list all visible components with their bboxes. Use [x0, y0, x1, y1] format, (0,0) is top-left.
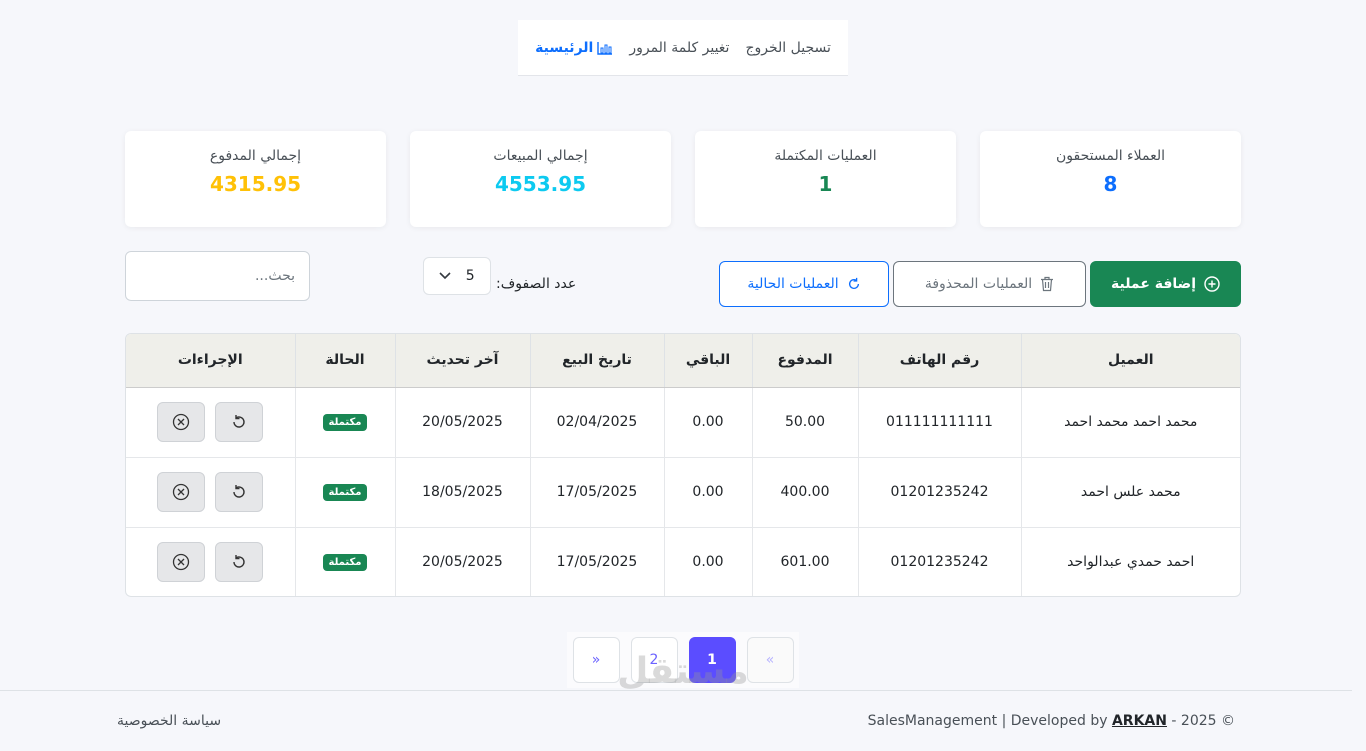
stat-value: 8: [1103, 172, 1118, 196]
refresh-icon: [233, 415, 245, 428]
nav-change-password-link[interactable]: تغيير كلمة المرور: [629, 40, 729, 56]
table-row: محمد علس احمد 01201235242 400.00 0.00 17…: [126, 457, 1240, 528]
cell-phone: 01201235242: [857, 527, 1021, 596]
chevron-down-icon: [439, 272, 451, 280]
stat-label: إجمالي المبيعات: [493, 148, 588, 164]
add-operation-button[interactable]: إضافة عملية: [1090, 261, 1241, 307]
status-badge: مكتملة: [322, 484, 368, 501]
copyright-text: SalesManagement | Developed by ARKAN - 2…: [868, 713, 1235, 729]
column-header-phone: رقم الهاتف: [857, 334, 1021, 388]
table-row: محمد احمد محمد احمد 011111111111 50.00 0…: [126, 387, 1240, 458]
prev-page-button[interactable]: «: [746, 637, 794, 683]
restore-button[interactable]: [215, 542, 264, 582]
privacy-policy-link[interactable]: سياسة الخصوصية: [117, 713, 221, 729]
cell-actions: [126, 387, 295, 458]
cell-updated: 20/05/2025: [394, 387, 530, 458]
refresh-icon: [848, 277, 859, 290]
cell-sale-date: 02/04/2025: [529, 387, 664, 458]
add-operation-label: إضافة عملية: [1111, 276, 1196, 292]
plus-circle-icon: [1204, 276, 1220, 292]
column-header-actions: الإجراءات: [126, 334, 295, 388]
restore-button[interactable]: [215, 402, 264, 442]
cancel-button[interactable]: [157, 542, 206, 582]
search-input[interactable]: [125, 251, 310, 301]
stat-label: إجمالي المدفوع: [209, 148, 302, 164]
column-header-remaining: الباقي: [663, 334, 752, 388]
cell-updated: 20/05/2025: [394, 527, 530, 596]
cell-phone: 01201235242: [857, 457, 1021, 528]
column-header-status: الحالة: [294, 334, 395, 388]
stat-value: 1: [818, 172, 833, 196]
status-badge: مكتملة: [322, 414, 368, 431]
rows-per-page-value: 5: [465, 268, 475, 284]
rows-per-page-select[interactable]: 5: [423, 257, 491, 295]
column-header-sale-date: تاريخ البيع: [529, 334, 664, 388]
nav-home-label: الرئيسية: [535, 39, 594, 56]
stat-card-due-clients: العملاء المستحقون 8: [980, 131, 1241, 227]
copyright-suffix: - 2025 ©: [1166, 713, 1235, 729]
cell-remaining: 0.00: [663, 387, 752, 458]
cell-status: مكتملة: [294, 527, 395, 596]
cell-client: محمد احمد محمد احمد: [1020, 387, 1240, 458]
cell-paid: 400.00: [751, 457, 858, 528]
cell-paid: 601.00: [751, 527, 858, 596]
deleted-operations-label: العمليات المحذوفة: [924, 276, 1033, 292]
trash-icon: [1041, 276, 1054, 292]
cell-sale-date: 17/05/2025: [529, 527, 664, 596]
cell-client: احمد حمدي عبدالواحد: [1020, 527, 1240, 596]
column-header-client: العميل: [1020, 334, 1240, 388]
refresh-icon: [233, 555, 245, 568]
stat-label: العمليات المكتملة: [774, 148, 877, 164]
cell-status: مكتملة: [294, 387, 395, 458]
footer: SalesManagement | Developed by ARKAN - 2…: [0, 690, 1352, 751]
deleted-operations-button[interactable]: العمليات المحذوفة: [893, 261, 1086, 307]
stat-label: العملاء المستحقون: [1056, 148, 1165, 164]
chart-icon: [597, 41, 613, 55]
next-page-button[interactable]: »: [572, 637, 620, 683]
cancel-button[interactable]: [157, 402, 206, 442]
status-badge: مكتملة: [322, 554, 368, 571]
top-navbar: الرئيسية تغيير كلمة المرور تسجيل الخروج: [518, 20, 848, 76]
cell-phone: 011111111111: [857, 387, 1021, 458]
cell-sale-date: 17/05/2025: [529, 457, 664, 528]
current-operations-button[interactable]: العمليات الحالية: [719, 261, 889, 307]
cancel-button[interactable]: [157, 472, 206, 512]
cell-remaining: 0.00: [663, 457, 752, 528]
page-button-1[interactable]: 1: [688, 637, 736, 683]
operations-table: العميل رقم الهاتف المدفوع الباقي تاريخ ا…: [125, 333, 1241, 597]
nav-home-link[interactable]: الرئيسية: [535, 40, 613, 56]
cell-client: محمد علس احمد: [1020, 457, 1240, 528]
restore-button[interactable]: [215, 472, 264, 512]
page-button-2[interactable]: 2: [630, 637, 678, 683]
cell-actions: [126, 457, 295, 528]
pagination: » 2 1 «: [567, 632, 799, 688]
refresh-icon: [233, 485, 245, 498]
cell-paid: 50.00: [751, 387, 858, 458]
copyright-prefix: SalesManagement | Developed by: [867, 713, 1112, 729]
cell-actions: [126, 527, 295, 596]
cell-remaining: 0.00: [663, 527, 752, 596]
rows-per-page-label: عدد الصفوف:: [496, 276, 577, 292]
cell-status: مكتملة: [294, 457, 395, 528]
close-circle-icon: [173, 553, 190, 571]
column-header-paid: المدفوع: [751, 334, 858, 388]
table-header-row: العميل رقم الهاتف المدفوع الباقي تاريخ ا…: [126, 334, 1240, 388]
stat-card-total-paid: إجمالي المدفوع 4315.95: [125, 131, 386, 227]
column-header-updated: آخر تحديث: [394, 334, 530, 388]
current-operations-label: العمليات الحالية: [747, 276, 839, 292]
stat-card-total-sales: إجمالي المبيعات 4553.95: [410, 131, 671, 227]
stat-value: 4553.95: [494, 172, 587, 196]
stat-value: 4315.95: [209, 172, 302, 196]
developer-link[interactable]: ARKAN: [1112, 713, 1167, 729]
close-circle-icon: [173, 483, 190, 501]
stat-card-completed: العمليات المكتملة 1: [695, 131, 956, 227]
cell-updated: 18/05/2025: [394, 457, 530, 528]
table-row: احمد حمدي عبدالواحد 01201235242 601.00 0…: [126, 527, 1240, 596]
nav-logout-link[interactable]: تسجيل الخروج: [745, 40, 830, 56]
close-circle-icon: [173, 413, 190, 431]
